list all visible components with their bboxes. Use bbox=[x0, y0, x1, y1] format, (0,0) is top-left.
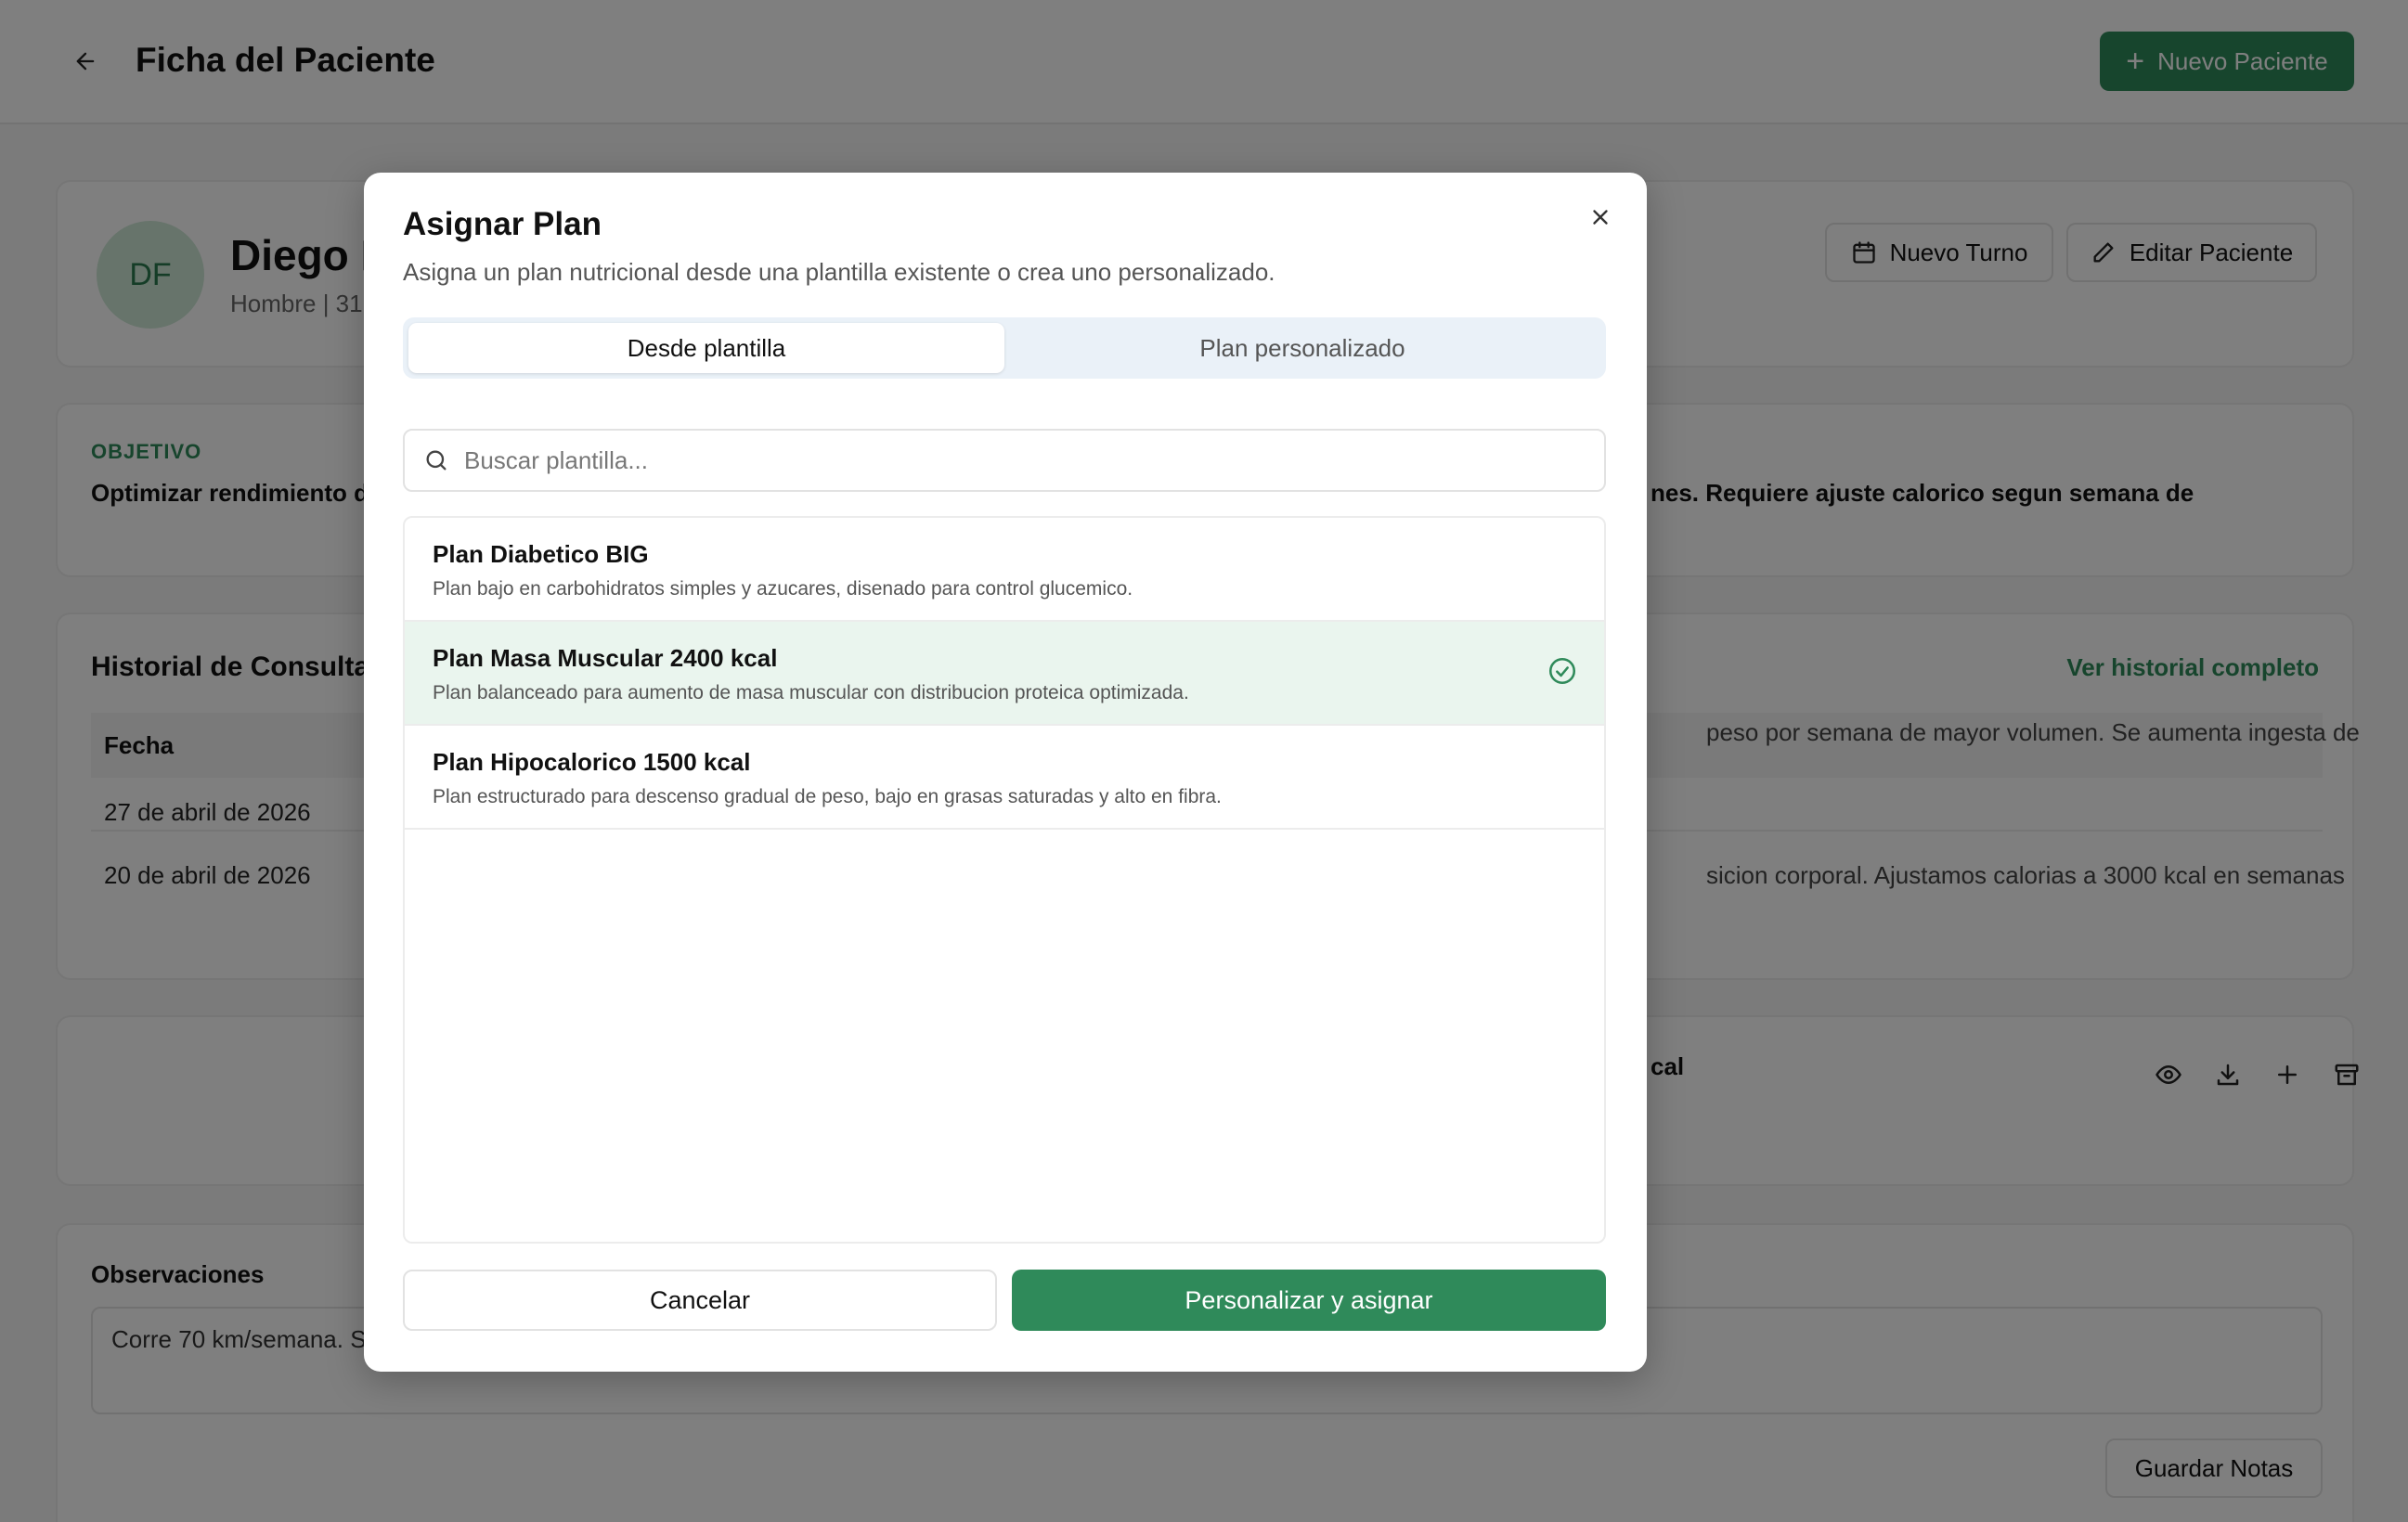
search-icon bbox=[426, 450, 447, 471]
template-title: Plan Diabetico BIG bbox=[433, 540, 649, 568]
template-description: Plan balanceado para aumento de masa mus… bbox=[433, 682, 1189, 703]
tab-custom-plan[interactable]: Plan personalizado bbox=[1004, 323, 1600, 373]
close-icon bbox=[1593, 210, 1608, 225]
dialog-subtitle: Asigna un plan nutricional desde una pla… bbox=[403, 258, 1275, 286]
list-item[interactable]: Plan Hipocalorico 1500 kcal Plan estruct… bbox=[405, 726, 1604, 830]
template-list: Plan Diabetico BIG Plan bajo en carbohid… bbox=[403, 516, 1606, 1244]
list-item[interactable]: Plan Diabetico BIG Plan bajo en carbohid… bbox=[405, 518, 1604, 622]
template-title: Plan Masa Muscular 2400 kcal bbox=[433, 644, 778, 672]
tab-from-template[interactable]: Desde plantilla bbox=[408, 323, 1004, 373]
list-item-selected[interactable]: Plan Masa Muscular 2400 kcal Plan balanc… bbox=[405, 622, 1604, 726]
close-button[interactable] bbox=[1580, 197, 1621, 238]
assign-plan-dialog: Asignar Plan Asigna un plan nutricional … bbox=[364, 173, 1647, 1372]
template-search bbox=[403, 429, 1606, 492]
template-description: Plan estructurado para descenso gradual … bbox=[433, 786, 1222, 807]
customize-assign-button[interactable]: Personalizar y asignar bbox=[1012, 1270, 1606, 1331]
cancel-button[interactable]: Cancelar bbox=[403, 1270, 997, 1331]
check-circle-icon bbox=[1548, 657, 1576, 685]
template-title: Plan Hipocalorico 1500 kcal bbox=[433, 748, 751, 776]
dialog-title: Asignar Plan bbox=[403, 206, 602, 242]
search-input[interactable] bbox=[464, 445, 1578, 475]
plan-source-tabs: Desde plantilla Plan personalizado bbox=[403, 317, 1606, 379]
template-description: Plan bajo en carbohidratos simples y azu… bbox=[433, 578, 1133, 600]
